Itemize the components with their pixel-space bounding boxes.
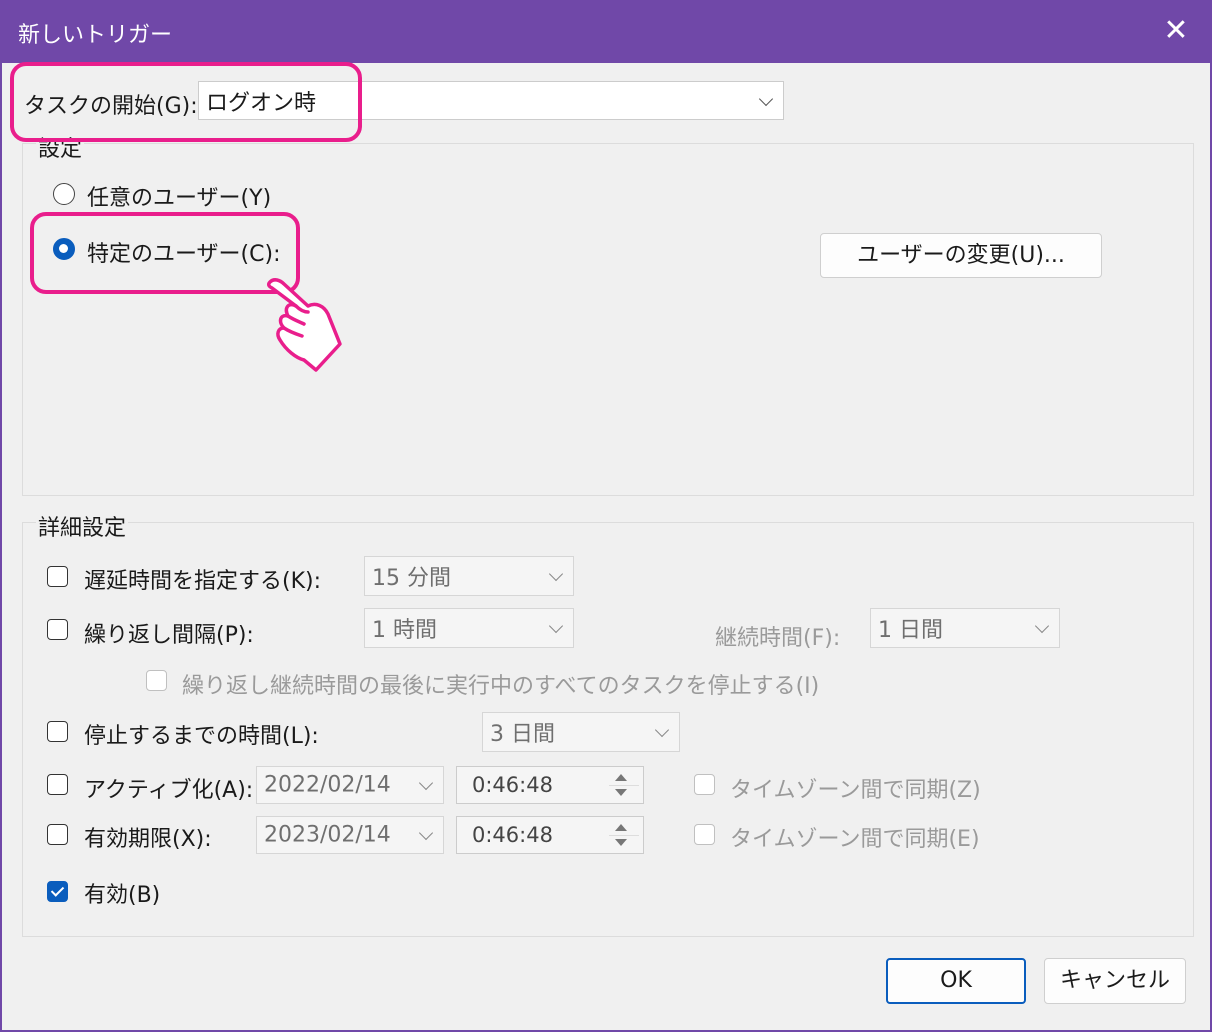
spin-up-icon[interactable]: [615, 774, 627, 781]
expire-date-value: 2023/02/14: [264, 822, 391, 848]
spin-divider: [609, 835, 639, 836]
delay-value: 15 分間: [372, 566, 451, 591]
spin-arrows[interactable]: [609, 770, 639, 800]
delay-label: 遅延時間を指定する(K):: [84, 569, 322, 594]
chevron-down-icon: [548, 618, 564, 634]
stop-after-checkbox[interactable]: [47, 721, 68, 742]
chevron-down-icon: [758, 91, 774, 106]
spin-arrows[interactable]: [609, 820, 639, 850]
ok-button[interactable]: OK: [886, 958, 1026, 1004]
dialog-window: 新しいトリガー ✕ タスクの開始(G): ログオン時 設定 任意のユーザー(Y)…: [0, 0, 1212, 1032]
expire-time-value: 0:46:48: [472, 823, 553, 847]
activate-date-value: 2022/02/14: [264, 772, 391, 798]
spin-down-icon[interactable]: [615, 789, 627, 796]
highlight-specific-user: [30, 212, 300, 294]
pointing-hand-icon: [266, 278, 342, 372]
repeat-label: 繰り返し間隔(P):: [84, 623, 254, 648]
activate-sync-checkbox[interactable]: [694, 774, 715, 795]
enabled-checkbox[interactable]: [47, 881, 68, 902]
window-title: 新しいトリガー: [18, 23, 173, 48]
close-icon[interactable]: ✕: [1158, 14, 1194, 48]
chevron-down-icon: [654, 722, 670, 738]
repeat-select[interactable]: 1 時間: [364, 608, 574, 648]
stop-after-select[interactable]: 3 日間: [482, 712, 680, 752]
chevron-down-icon: [1034, 618, 1050, 634]
activate-checkbox[interactable]: [47, 774, 68, 795]
activate-sync-label: タイムゾーン間で同期(Z): [730, 778, 981, 803]
radio-any-user-label: 任意のユーザー(Y): [87, 186, 272, 211]
chevron-down-icon: [418, 825, 434, 841]
duration-value: 1 日間: [878, 618, 943, 643]
activate-date-picker[interactable]: 2022/02/14: [256, 766, 444, 804]
spin-divider: [609, 785, 639, 786]
expire-label: 有効期限(X):: [84, 827, 212, 852]
title-bar[interactable]: 新しいトリガー ✕: [0, 0, 1212, 63]
delay-checkbox[interactable]: [47, 566, 68, 587]
repeat-checkbox[interactable]: [47, 619, 68, 640]
stop-all-label: 繰り返し継続時間の最後に実行中のすべてのタスクを停止する(I): [182, 674, 820, 699]
stop-after-label: 停止するまでの時間(L):: [84, 724, 319, 749]
expire-sync-checkbox[interactable]: [694, 824, 715, 845]
stop-after-value: 3 日間: [490, 722, 555, 747]
delay-select[interactable]: 15 分間: [364, 556, 574, 596]
duration-select[interactable]: 1 日間: [870, 608, 1060, 648]
expire-date-picker[interactable]: 2023/02/14: [256, 816, 444, 854]
cancel-button[interactable]: キャンセル: [1044, 958, 1186, 1004]
expire-checkbox[interactable]: [47, 824, 68, 845]
change-user-button[interactable]: ユーザーの変更(U)...: [820, 233, 1102, 278]
duration-label: 継続時間(F):: [715, 626, 841, 651]
repeat-value: 1 時間: [372, 618, 437, 643]
chevron-down-icon: [418, 775, 434, 791]
expire-time-stepper[interactable]: 0:46:48: [456, 816, 644, 854]
expire-sync-label: タイムゾーン間で同期(E): [730, 827, 980, 852]
spin-up-icon[interactable]: [615, 824, 627, 831]
spin-down-icon[interactable]: [615, 839, 627, 846]
advanced-group-label: 詳細設定: [36, 510, 129, 542]
activate-label: アクティブ化(A):: [84, 778, 254, 803]
radio-any-user[interactable]: [53, 183, 75, 205]
enabled-label: 有効(B): [84, 883, 161, 908]
highlight-task-start: [10, 62, 362, 142]
chevron-down-icon: [548, 566, 564, 582]
activate-time-stepper[interactable]: 0:46:48: [456, 766, 644, 804]
stop-all-checkbox[interactable]: [146, 670, 167, 691]
activate-time-value: 0:46:48: [472, 773, 553, 797]
